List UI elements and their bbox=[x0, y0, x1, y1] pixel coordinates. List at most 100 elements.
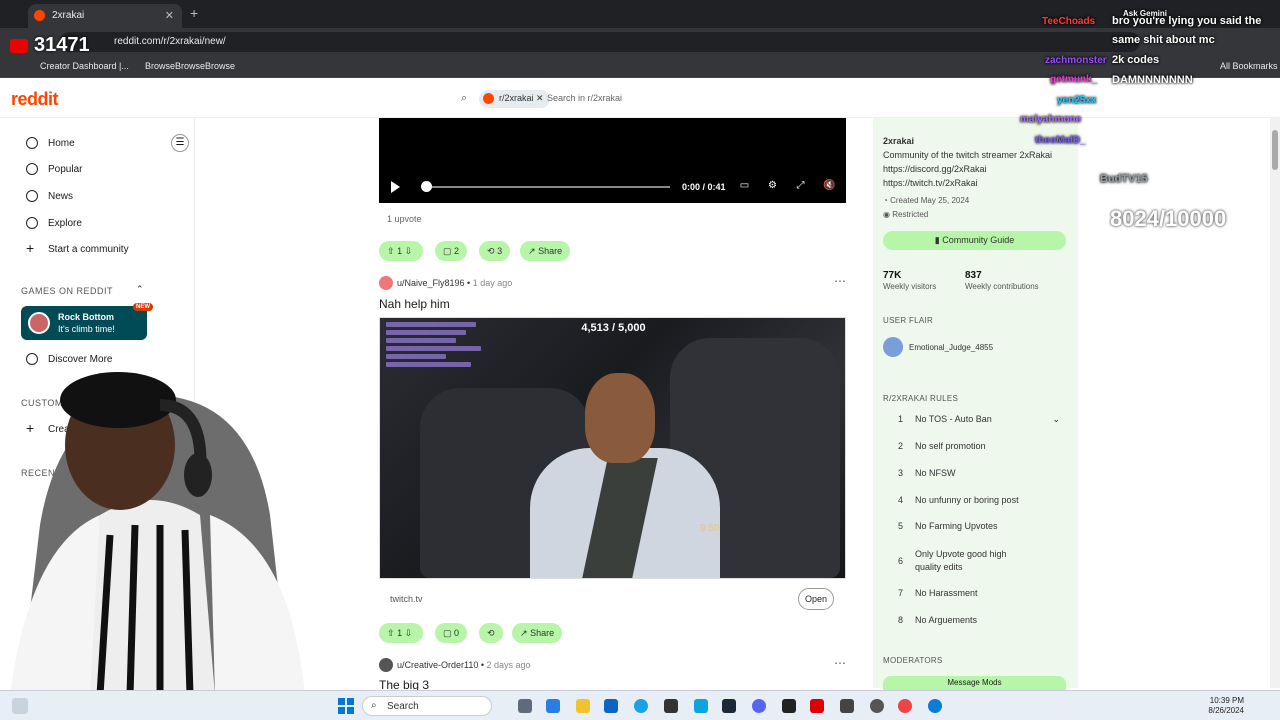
new-tab-icon[interactable]: + bbox=[190, 5, 198, 21]
windows-start-icon[interactable] bbox=[338, 698, 354, 714]
rule-text: No Farming Upvotes bbox=[915, 521, 998, 531]
comment-icon: ▢ bbox=[443, 628, 452, 638]
community-guide-button[interactable]: ▮ Community Guide bbox=[883, 231, 1066, 250]
browser-tab[interactable]: 2xrakai ✕ bbox=[28, 4, 182, 28]
chat-message: bro you're lying you said the bbox=[1112, 15, 1262, 27]
app-icon[interactable] bbox=[810, 699, 824, 713]
avatar[interactable] bbox=[379, 276, 393, 290]
post-title[interactable]: Nah help him bbox=[379, 297, 450, 311]
share-button[interactable]: ↗ Share bbox=[520, 241, 571, 261]
author-link[interactable]: u/Naive_Fly8196 bbox=[397, 278, 465, 288]
chat-user: TeeChoads bbox=[1042, 16, 1096, 27]
more-options-icon[interactable]: ⋯ bbox=[834, 274, 846, 288]
chrome-icon[interactable] bbox=[898, 699, 912, 713]
search-icon: ⌕ bbox=[461, 92, 468, 104]
twitch-link[interactable]: https://twitch.tv/2xRakai bbox=[883, 178, 978, 188]
task-view-icon[interactable] bbox=[518, 699, 532, 713]
chevron-up-icon[interactable]: ⌃ bbox=[136, 284, 144, 295]
share-button[interactable]: ↗ Share bbox=[512, 623, 563, 643]
comment-icon: ▢ bbox=[443, 246, 452, 256]
app-icon[interactable] bbox=[840, 699, 854, 713]
bookmark-creator-dashboard[interactable]: Creator Dashboard |... bbox=[40, 61, 129, 71]
widgets-icon[interactable] bbox=[12, 698, 28, 714]
app-icon[interactable] bbox=[694, 699, 708, 713]
captions-icon[interactable]: ▭ bbox=[739, 180, 750, 191]
rule-text: No NFSW bbox=[915, 468, 956, 478]
rule-item[interactable]: 8 No Arguements bbox=[883, 615, 1068, 635]
app-icon[interactable] bbox=[782, 699, 796, 713]
video-player[interactable]: 0:00 / 0:41 ▭ ⚙ ⤢ 🔇 bbox=[379, 118, 846, 203]
reddit-favicon-icon bbox=[34, 10, 45, 21]
clip-person-head bbox=[585, 373, 655, 463]
book-icon: ▮ bbox=[934, 235, 940, 245]
more-options-icon[interactable]: ⋯ bbox=[834, 656, 846, 670]
search-icon: ⌕ bbox=[371, 700, 377, 711]
upvote-icon[interactable]: ⇧ bbox=[387, 246, 395, 256]
steam-icon[interactable] bbox=[722, 699, 736, 713]
fullscreen-icon[interactable]: ⤢ bbox=[795, 180, 806, 191]
bookmark-browse[interactable]: BrowseBrowseBrowse bbox=[145, 61, 235, 71]
share-label: Share bbox=[538, 246, 563, 256]
chevron-down-icon[interactable]: ⌄ bbox=[1052, 414, 1060, 425]
close-tab-icon[interactable]: ✕ bbox=[165, 9, 174, 22]
clear-chip-icon[interactable]: ✕ bbox=[536, 93, 544, 103]
comments-button[interactable]: ▢ 0 bbox=[435, 623, 468, 643]
url-field[interactable]: reddit.com/r/2xrakai/new/ bbox=[60, 32, 1140, 52]
subreddit-chip[interactable]: r/2xrakai ✕ bbox=[479, 90, 550, 108]
video-scrubber[interactable] bbox=[421, 181, 432, 192]
share-icon: ↗ bbox=[528, 246, 536, 256]
message-mods-label: Message Mods bbox=[947, 678, 1002, 687]
comments-button[interactable]: ▢ 2 bbox=[435, 241, 468, 261]
post-media-clip[interactable]: 4,513 / 5,000 9:50 bbox=[379, 317, 846, 579]
message-mods-button[interactable]: Message Mods bbox=[883, 676, 1066, 690]
app-icon[interactable] bbox=[664, 699, 678, 713]
user-flair[interactable]: Emotional_Judge_4855 bbox=[909, 343, 993, 352]
reddit-logo[interactable]: reddit bbox=[11, 89, 59, 110]
crosspost-icon: ⟲ bbox=[487, 246, 495, 256]
search-bar[interactable]: ⌕ r/2xrakai ✕ Search in r/2xrakai bbox=[455, 88, 815, 110]
collapse-sidebar-button[interactable]: ☰ bbox=[171, 134, 189, 152]
share-label: Share bbox=[530, 628, 555, 638]
discord-link[interactable]: https://discord.gg/2xRakai bbox=[883, 164, 987, 174]
rule-item[interactable]: 5 No Farming Upvotes bbox=[883, 521, 1068, 541]
author-link[interactable]: u/Creative-Order110 bbox=[397, 660, 478, 670]
copilot-icon[interactable] bbox=[546, 699, 560, 713]
upvote-icon[interactable]: ⇧ bbox=[387, 628, 395, 638]
discord-icon[interactable] bbox=[752, 699, 766, 713]
rule-item[interactable]: 4 No unfunny or boring post bbox=[883, 495, 1068, 515]
vote-button[interactable]: ⇧ 1 ⇩ bbox=[379, 623, 423, 643]
link-bar: twitch.tv Open bbox=[379, 588, 846, 610]
open-button[interactable]: Open bbox=[798, 588, 834, 610]
crosspost-button[interactable]: ⟲ bbox=[479, 623, 503, 643]
source-domain[interactable]: twitch.tv bbox=[390, 594, 423, 604]
taskbar-search[interactable]: ⌕ Search bbox=[362, 696, 492, 716]
edge-icon[interactable] bbox=[634, 699, 648, 713]
system-clock[interactable]: 10:39 PM 8/26/2024 bbox=[1208, 696, 1244, 716]
rule-item[interactable]: 6 Only Upvote good high quality edits bbox=[883, 548, 1068, 576]
sidebar-item-label: Explore bbox=[48, 218, 82, 229]
downvote-icon[interactable]: ⇩ bbox=[405, 246, 413, 256]
games-header[interactable]: GAMES ON REDDIT bbox=[21, 286, 113, 296]
chat-user: malyahmone bbox=[1020, 114, 1082, 125]
subreddit-icon bbox=[483, 93, 494, 104]
avatar[interactable] bbox=[379, 658, 393, 672]
play-icon[interactable] bbox=[391, 181, 400, 193]
created-date: ◔ Created May 25, 2024 bbox=[883, 196, 969, 205]
rule-item[interactable]: 2 No self promotion bbox=[883, 441, 1068, 461]
crosspost-button[interactable]: ⟲ 3 bbox=[479, 241, 511, 261]
obs-icon[interactable] bbox=[870, 699, 884, 713]
rule-item[interactable]: 1 No TOS - Auto Ban ⌄ bbox=[883, 414, 1068, 434]
file-explorer-icon[interactable] bbox=[576, 699, 590, 713]
settings-icon[interactable]: ⚙ bbox=[767, 180, 778, 191]
video-progress-bar[interactable] bbox=[424, 186, 670, 188]
vote-button[interactable]: ⇧ 1 ⇩ bbox=[379, 241, 423, 261]
rule-item[interactable]: 7 No Harassment bbox=[883, 588, 1068, 608]
edge-icon[interactable] bbox=[928, 699, 942, 713]
rule-text: No self promotion bbox=[915, 441, 986, 451]
downvote-icon[interactable]: ⇩ bbox=[405, 628, 413, 638]
rule-item[interactable]: 3 No NFSW bbox=[883, 468, 1068, 488]
game-rock-bottom[interactable]: Rock Bottom It's climb time! bbox=[21, 306, 147, 340]
store-icon[interactable] bbox=[604, 699, 618, 713]
mute-icon[interactable]: 🔇 bbox=[823, 180, 835, 191]
taskbar-search-label: Search bbox=[387, 701, 419, 712]
